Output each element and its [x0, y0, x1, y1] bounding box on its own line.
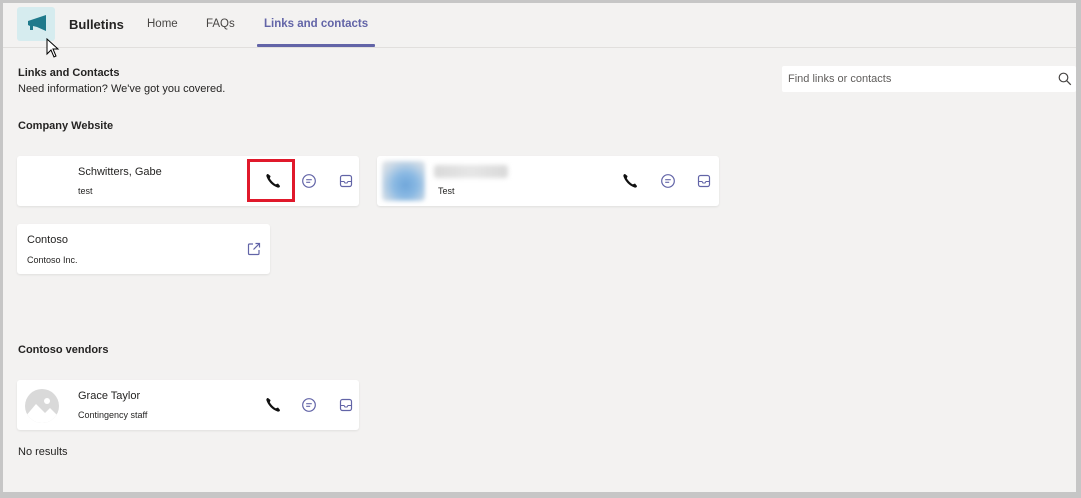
app-logo[interactable] — [17, 7, 55, 41]
external-link-icon — [247, 242, 261, 256]
mail-button[interactable] — [336, 395, 356, 415]
contact-detail: test — [78, 186, 93, 196]
section-title-contoso-vendors: Contoso vendors — [18, 344, 109, 356]
mail-icon — [697, 174, 711, 188]
chat-icon — [302, 174, 316, 188]
open-link-button[interactable] — [244, 239, 264, 259]
phone-icon — [266, 398, 280, 412]
contact-card[interactable]: Test — [377, 156, 719, 206]
contact-name: Schwitters, Gabe — [78, 166, 162, 178]
chat-icon — [302, 398, 316, 412]
mouse-pointer-icon — [46, 38, 60, 58]
search-input[interactable] — [788, 70, 1048, 88]
page-title: Links and Contacts — [18, 67, 120, 79]
tab-links-and-contacts[interactable]: Links and contacts — [264, 18, 368, 30]
avatar — [382, 161, 425, 201]
link-card[interactable]: Contoso Contoso Inc. — [17, 224, 270, 274]
call-button[interactable] — [263, 395, 283, 415]
chat-button[interactable] — [299, 395, 319, 415]
section-title-company-website: Company Website — [18, 120, 114, 132]
contact-name-redacted — [434, 165, 508, 178]
chat-icon — [661, 174, 675, 188]
avatar — [25, 389, 59, 423]
tab-faqs[interactable]: FAQs — [206, 18, 235, 30]
link-name: Contoso — [27, 234, 68, 246]
page-subtitle: Need information? We've got you covered. — [18, 83, 226, 95]
contact-card[interactable]: Schwitters, Gabe test — [17, 156, 359, 206]
teams-app-frame: Bulletins Home FAQs Links and contacts L… — [3, 3, 1076, 492]
chat-button[interactable] — [299, 171, 319, 191]
contact-detail: Contingency staff — [78, 410, 148, 420]
image-placeholder-icon — [25, 398, 59, 423]
mail-icon — [339, 398, 353, 412]
chat-button[interactable] — [658, 171, 678, 191]
call-button-highlight — [247, 159, 295, 202]
search-box[interactable] — [782, 66, 1076, 92]
mail-button[interactable] — [694, 171, 714, 191]
mail-button[interactable] — [336, 171, 356, 191]
contact-detail: Test — [438, 186, 455, 196]
megaphone-icon — [28, 15, 46, 31]
mail-icon — [339, 174, 353, 188]
contact-name: Grace Taylor — [78, 390, 141, 402]
phone-icon — [623, 174, 637, 188]
active-tab-indicator — [257, 44, 375, 47]
contact-card[interactable]: Grace Taylor Contingency staff — [17, 380, 359, 430]
link-detail: Contoso Inc. — [27, 255, 78, 265]
tab-home[interactable]: Home — [147, 18, 178, 30]
app-header: Bulletins Home FAQs Links and contacts — [3, 3, 1076, 58]
call-button[interactable] — [620, 171, 640, 191]
app-name: Bulletins — [69, 17, 124, 32]
no-results-text: No results — [18, 446, 68, 458]
search-icon[interactable] — [1058, 72, 1072, 86]
